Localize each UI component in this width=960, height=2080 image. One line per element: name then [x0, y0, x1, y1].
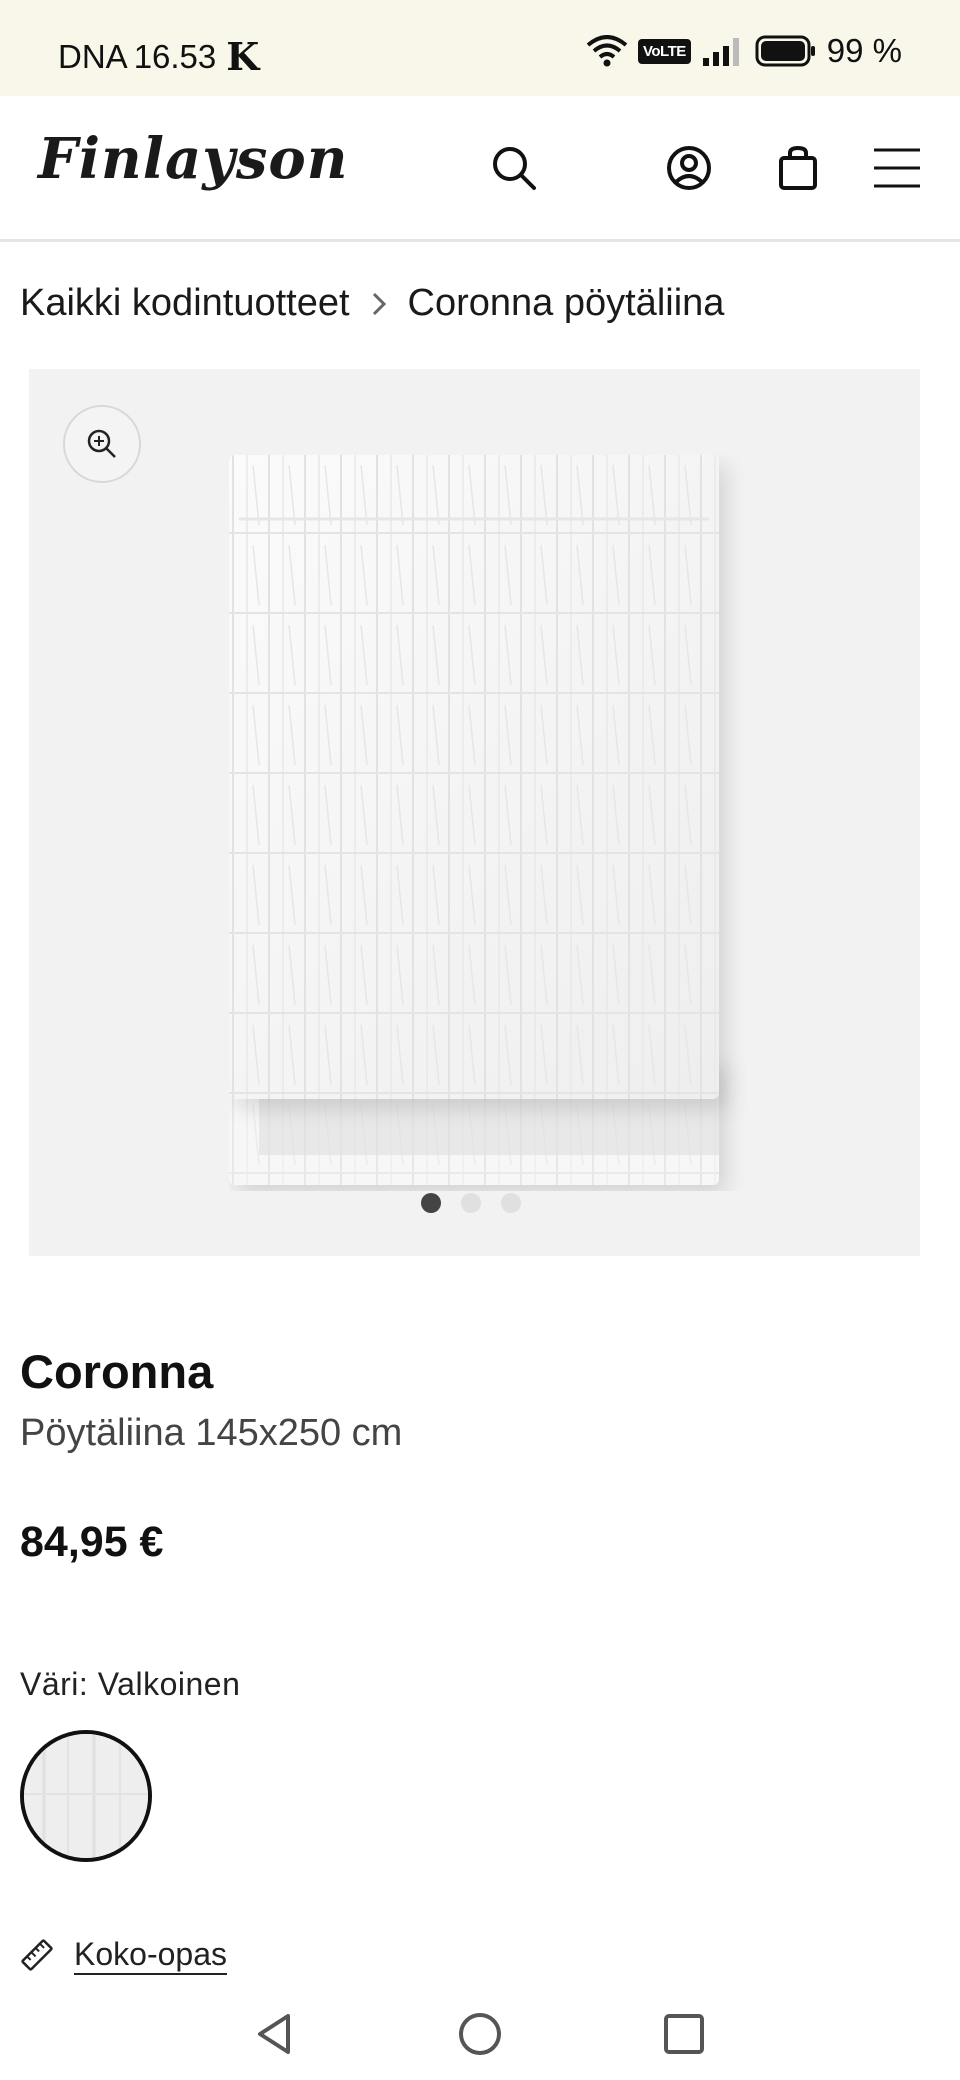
product-gallery[interactable]	[29, 369, 920, 1256]
chevron-right-icon	[372, 292, 386, 315]
zoom-button[interactable]	[63, 405, 141, 483]
size-guide-label[interactable]: Koko-opas	[74, 1936, 227, 1973]
battery-icon	[755, 35, 815, 67]
recents-icon[interactable]	[654, 2004, 714, 2064]
wifi-icon	[586, 35, 628, 67]
menu-icon[interactable]	[872, 140, 922, 196]
zoom-in-icon	[87, 429, 116, 458]
ruler-icon	[21, 1938, 53, 1971]
account-icon[interactable]	[661, 140, 717, 196]
signal-icon	[702, 38, 739, 66]
battery-percent: 99 %	[826, 32, 902, 69]
size-guide-link[interactable]: Koko-opas	[20, 1936, 227, 1973]
swatch-texture	[24, 1734, 148, 1858]
k-icon: K	[226, 34, 260, 79]
back-icon[interactable]	[246, 2004, 306, 2064]
gallery-pagination	[421, 1193, 521, 1213]
breadcrumb-link-all-home[interactable]: Kaikki kodintuotteet	[20, 282, 350, 325]
clock: 16.53	[133, 37, 217, 75]
carrier-label: DNA	[58, 37, 128, 75]
status-right: VoLTE 99 %	[586, 32, 902, 70]
finlayson-logo[interactable]: Finlayson	[38, 126, 348, 192]
status-bar: DNA 16.53 K VoLTE 99 %	[0, 0, 960, 96]
search-icon[interactable]	[486, 140, 542, 196]
breadcrumb-current: Coronna pöytäliina	[407, 282, 725, 324]
breadcrumb: Kaikki kodintuotteet Coronna pöytäliina	[20, 282, 724, 325]
home-icon[interactable]	[450, 2004, 510, 2064]
gallery-dot[interactable]	[461, 1193, 481, 1213]
gallery-dot[interactable]	[421, 1193, 441, 1213]
bag-icon[interactable]	[770, 140, 826, 196]
product-subtitle: Pöytäliina 145x250 cm	[20, 1412, 403, 1454]
color-swatch-valkoinen[interactable]	[20, 1730, 152, 1862]
site-header: Finlayson	[0, 96, 960, 242]
volte-badge: VoLTE	[638, 38, 691, 64]
status-left: DNA 16.53 K	[58, 34, 259, 79]
system-nav-bar	[0, 1990, 960, 2080]
gallery-dot[interactable]	[501, 1193, 521, 1213]
product-price: 84,95 €	[20, 1518, 164, 1566]
product-name: Coronna	[20, 1345, 214, 1398]
color-label: Väri: Valkoinen	[20, 1666, 241, 1702]
tablecloth-image	[229, 455, 719, 1185]
